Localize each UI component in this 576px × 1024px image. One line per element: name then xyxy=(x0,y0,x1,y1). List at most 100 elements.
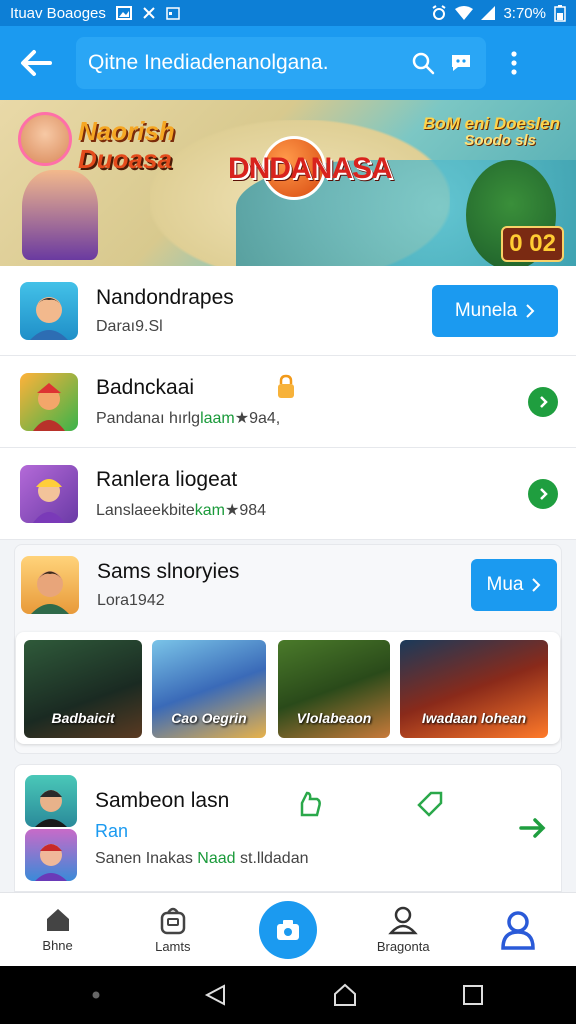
avatar-icon xyxy=(35,844,67,881)
tag-icon[interactable] xyxy=(415,789,445,819)
nav-camera[interactable] xyxy=(230,893,345,966)
avatar xyxy=(25,829,77,881)
button-label: Mua xyxy=(486,574,524,595)
game-title: Cao Oegrin xyxy=(171,710,247,726)
avatar-icon xyxy=(35,790,67,827)
banner-right-line-1: BoM eni Doeslen xyxy=(423,114,560,133)
more-button[interactable] xyxy=(504,41,524,85)
nav-bragonta[interactable]: Bragonta xyxy=(346,893,461,966)
search-query[interactable]: Qitne Inediadenanolgana. xyxy=(88,51,398,75)
person-icon xyxy=(388,906,418,935)
games-carousel: Badbaicit Cao Oegrin Vlolabeaon Iwadaan … xyxy=(16,632,560,744)
nav-profile[interactable] xyxy=(461,893,576,966)
banner-hero-illustration xyxy=(22,170,98,260)
thumbs-up-icon[interactable] xyxy=(297,789,323,819)
mua-button[interactable]: Mua xyxy=(471,559,557,611)
banner-badge: 0 02 xyxy=(501,226,564,262)
nav-label: Lamts xyxy=(155,939,191,954)
game-card[interactable]: Badbaicit xyxy=(24,640,142,738)
banner-left-title-2: Duoasa xyxy=(78,144,172,174)
search-field[interactable]: Qitne Inediadenanolgana. xyxy=(76,37,486,89)
system-navigation xyxy=(0,966,576,1024)
status-bar: Ituav Boaoges 3:70% xyxy=(0,0,576,26)
signal-icon xyxy=(481,6,496,20)
calendar-icon xyxy=(166,7,180,20)
item-title: Badnckaai xyxy=(96,375,195,399)
notification-icon xyxy=(143,7,155,19)
nav-label: Bhne xyxy=(42,938,73,953)
list-item[interactable]: Badnckaai Pandanaı hırlglaam★9a4, xyxy=(0,356,576,448)
avatar-icon xyxy=(30,296,68,340)
list-item[interactable]: Nandondrapes Daraı9.Sl Munela xyxy=(0,266,576,356)
gallery-icon xyxy=(115,6,132,20)
status-left-text: Ituav Boaoges xyxy=(10,4,106,22)
game-card[interactable]: Vlolabeaon xyxy=(278,640,390,738)
app-bar: Qitne Inediadenanolgana. xyxy=(0,26,576,100)
avatar xyxy=(21,556,79,614)
game-icon xyxy=(33,382,65,431)
avatar-icon xyxy=(31,571,69,614)
item-title: Sams slnoryies xyxy=(97,560,240,583)
promo-banner[interactable]: Naorish Duoasa DNDANASA BoM eni Doeslen … xyxy=(0,100,576,266)
search-button[interactable] xyxy=(410,50,436,76)
item-description: Sanen Inakas Naad st.lldadan xyxy=(95,849,309,867)
chat-icon xyxy=(452,55,470,71)
game-icon xyxy=(33,478,65,523)
recents-icon[interactable] xyxy=(462,984,484,1006)
search-icon xyxy=(412,52,435,75)
game-title: Vlolabeaon xyxy=(296,710,372,726)
banner-avatar xyxy=(18,112,72,166)
back-arrow-icon xyxy=(21,50,52,76)
banner-left-title-1: Naorish xyxy=(78,116,175,146)
game-thumbnail xyxy=(20,372,78,431)
nav-label: Bragonta xyxy=(376,939,430,954)
banner-right-line-2: Soodo sls xyxy=(464,132,536,149)
alarm-icon xyxy=(432,5,447,20)
game-thumbnail xyxy=(20,464,78,523)
wifi-icon xyxy=(455,6,474,20)
munela-button[interactable]: Munela xyxy=(432,284,558,337)
chevron-right-icon xyxy=(532,578,541,592)
chevron-right-icon xyxy=(540,395,548,408)
chevron-right-icon xyxy=(540,487,548,500)
item-title: Ranlera liogeat xyxy=(96,467,238,491)
item-subtitle: Daraı9.Sl xyxy=(96,317,163,335)
back-icon[interactable] xyxy=(204,983,228,1007)
list-item[interactable]: Ranlera liogeat Lanslaeekbitekam★984 xyxy=(0,448,576,540)
more-vertical-icon xyxy=(511,51,517,75)
camera-fab[interactable] xyxy=(259,900,317,959)
go-button[interactable] xyxy=(528,386,558,417)
item-title: Nandondrapes xyxy=(96,285,234,309)
go-button[interactable] xyxy=(528,478,558,509)
nav-lamts[interactable]: Lamts xyxy=(115,893,230,966)
game-title: Iwadaan lohean xyxy=(421,710,527,726)
lock-icon xyxy=(278,374,294,398)
list-item[interactable]: Sambeon lasn Ran Sanen Inakas Naad st.ll… xyxy=(14,764,562,892)
avatar xyxy=(20,281,78,340)
game-card[interactable]: Cao Oegrin xyxy=(152,640,266,738)
bottom-nav: Bhne Lamts Bragonta xyxy=(0,892,576,966)
dot-icon xyxy=(92,991,100,999)
bag-icon xyxy=(160,907,186,935)
nav-home[interactable]: Bhne xyxy=(0,893,115,966)
profile-icon xyxy=(501,910,536,950)
button-label: Munela xyxy=(454,299,518,321)
status-time: 3:70% xyxy=(503,4,546,22)
home-circle-icon[interactable] xyxy=(332,982,358,1008)
chevron-right-icon xyxy=(526,303,535,318)
banner-center-title: DNDANASA xyxy=(228,152,393,185)
game-card[interactable]: Iwadaan lohean xyxy=(400,640,548,738)
item-subtitle: Lora1942 xyxy=(97,592,165,609)
home-icon xyxy=(46,909,69,931)
avatar xyxy=(25,775,77,827)
forward-arrow-icon[interactable] xyxy=(519,817,547,839)
item-subtitle: Ran xyxy=(95,820,129,841)
chat-button[interactable] xyxy=(448,50,474,76)
content-list: Nandondrapes Daraı9.Sl Munela Badnckaai … xyxy=(0,266,576,892)
item-subtitle: Lanslaeekbitekam★984 xyxy=(96,501,267,519)
item-subtitle: Pandanaı hırlglaam★9a4, xyxy=(96,409,281,427)
camera-icon xyxy=(277,919,299,940)
back-button[interactable] xyxy=(14,41,58,85)
game-title: Badbaicit xyxy=(51,710,115,726)
battery-icon xyxy=(554,5,566,22)
